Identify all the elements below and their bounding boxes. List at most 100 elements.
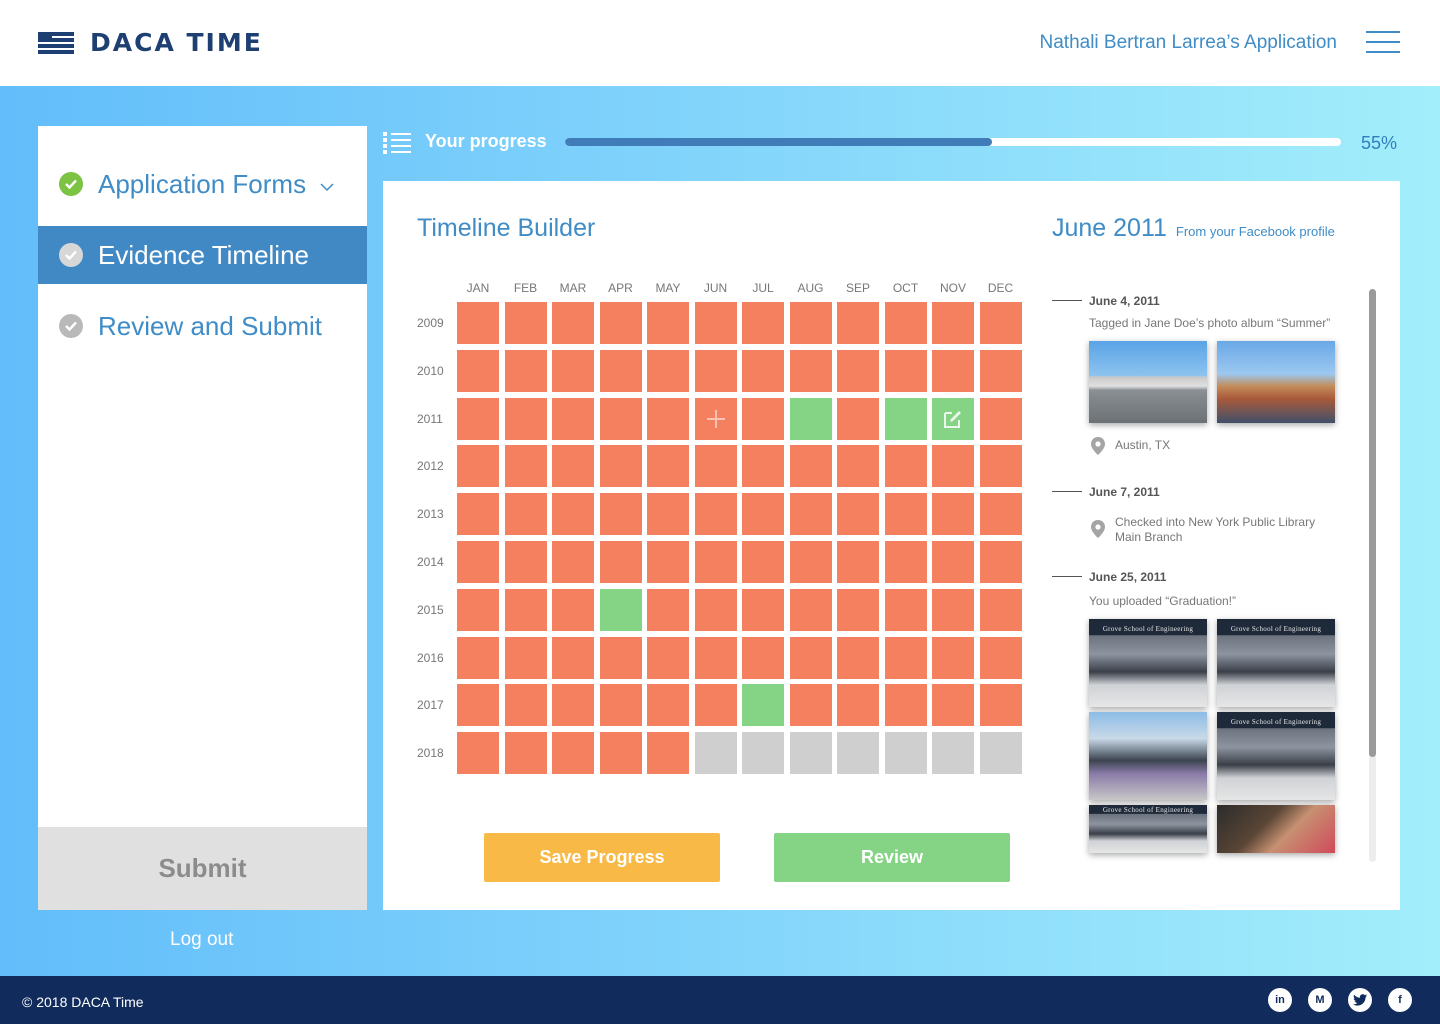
timeline-cell-2014-sep[interactable]: [837, 541, 879, 583]
timeline-cell-2013-feb[interactable]: [504, 493, 547, 536]
timeline-cell-2016-oct[interactable]: [884, 636, 927, 679]
timeline-cell-2011-apr[interactable]: [599, 397, 642, 440]
twitter-icon[interactable]: [1348, 988, 1372, 1012]
timeline-cell-2014-oct[interactable]: [884, 541, 927, 583]
timeline-cell-2018-feb[interactable]: [504, 732, 547, 775]
timeline-cell-2015-jul[interactable]: [742, 588, 784, 631]
timeline-cell-2011-feb[interactable]: [504, 397, 547, 440]
timeline-cell-2011-mar[interactable]: [552, 397, 594, 440]
timeline-cell-2016-jan[interactable]: [457, 636, 499, 679]
scrollbar-thumb[interactable]: [1369, 289, 1376, 757]
timeline-cell-2017-dec[interactable]: [979, 684, 1022, 727]
timeline-cell-2016-jul[interactable]: [742, 636, 784, 679]
timeline-cell-2012-apr[interactable]: [599, 445, 642, 488]
timeline-cell-2018-may[interactable]: [647, 732, 689, 775]
timeline-cell-2014-aug[interactable]: [789, 541, 832, 583]
timeline-cell-2014-nov[interactable]: [932, 541, 974, 583]
timeline-cell-2017-oct[interactable]: [884, 684, 927, 727]
timeline-cell-2014-jan[interactable]: [457, 541, 499, 583]
timeline-cell-2010-nov[interactable]: [932, 349, 974, 392]
timeline-cell-2017-jun[interactable]: [694, 684, 737, 727]
timeline-cell-2010-jan[interactable]: [457, 349, 499, 392]
timeline-cell-2012-oct[interactable]: [884, 445, 927, 488]
timeline-cell-2012-nov[interactable]: [932, 445, 974, 488]
logo[interactable]: DACA TIME: [38, 28, 263, 57]
timeline-cell-2014-mar[interactable]: [552, 541, 594, 583]
timeline-cell-2011-sep[interactable]: [837, 397, 879, 440]
timeline-cell-2010-dec[interactable]: [979, 349, 1022, 392]
event-photo[interactable]: [1089, 712, 1207, 800]
timeline-cell-2015-oct[interactable]: [884, 588, 927, 631]
event-photo[interactable]: Grove School of Engineering: [1217, 712, 1335, 800]
timeline-cell-2010-jul[interactable]: [742, 349, 784, 392]
timeline-cell-2013-nov[interactable]: [932, 493, 974, 536]
timeline-cell-2013-aug[interactable]: [789, 493, 832, 536]
timeline-cell-2012-aug[interactable]: [789, 445, 832, 488]
timeline-cell-2018-mar[interactable]: [552, 732, 594, 775]
timeline-cell-2012-feb[interactable]: [504, 445, 547, 488]
timeline-cell-2017-sep[interactable]: [837, 684, 879, 727]
timeline-cell-2018-jan[interactable]: [457, 732, 499, 775]
timeline-cell-2013-jun[interactable]: [694, 493, 737, 536]
timeline-cell-2012-mar[interactable]: [552, 445, 594, 488]
timeline-cell-2009-dec[interactable]: [979, 302, 1022, 344]
timeline-cell-2013-jul[interactable]: [742, 493, 784, 536]
timeline-cell-2018-apr[interactable]: [599, 732, 642, 775]
timeline-cell-2016-dec[interactable]: [979, 636, 1022, 679]
timeline-cell-2017-jan[interactable]: [457, 684, 499, 727]
timeline-cell-2015-mar[interactable]: [552, 588, 594, 631]
submit-button[interactable]: Submit: [38, 827, 367, 910]
timeline-cell-2009-sep[interactable]: [837, 302, 879, 344]
timeline-cell-2010-apr[interactable]: [599, 349, 642, 392]
timeline-cell-2009-jun[interactable]: [694, 302, 737, 344]
timeline-cell-2017-mar[interactable]: [552, 684, 594, 727]
timeline-cell-2016-mar[interactable]: [552, 636, 594, 679]
event-photo[interactable]: Grove School of Engineering: [1089, 619, 1207, 707]
timeline-cell-2016-aug[interactable]: [789, 636, 832, 679]
sidebar-item-evidence-timeline[interactable]: Evidence Timeline: [38, 226, 367, 284]
timeline-cell-2014-apr[interactable]: [599, 541, 642, 583]
sidebar-item-review-and-submit[interactable]: Review and Submit: [38, 297, 367, 355]
timeline-cell-2012-may[interactable]: [647, 445, 689, 488]
timeline-cell-2010-feb[interactable]: [504, 349, 547, 392]
timeline-cell-2009-oct[interactable]: [884, 302, 927, 344]
timeline-cell-2015-jan[interactable]: [457, 588, 499, 631]
hamburger-menu-icon[interactable]: [1366, 31, 1400, 53]
timeline-cell-2015-jun[interactable]: [694, 588, 737, 631]
timeline-cell-2017-feb[interactable]: [504, 684, 547, 727]
timeline-cell-2012-jun[interactable]: [694, 445, 737, 488]
timeline-cell-2010-aug[interactable]: [789, 349, 832, 392]
timeline-cell-2014-may[interactable]: [647, 541, 689, 583]
timeline-cell-2012-dec[interactable]: [979, 445, 1022, 488]
review-button[interactable]: Review: [774, 833, 1010, 882]
timeline-cell-2016-nov[interactable]: [932, 636, 974, 679]
timeline-cell-2012-sep[interactable]: [837, 445, 879, 488]
medium-icon[interactable]: M: [1308, 988, 1332, 1012]
event-photo[interactable]: [1217, 805, 1335, 853]
timeline-cell-2012-jan[interactable]: [457, 445, 499, 488]
timeline-cell-2014-jun[interactable]: [694, 541, 737, 583]
timeline-cell-2011-jun[interactable]: [694, 397, 737, 440]
timeline-cell-2017-nov[interactable]: [932, 684, 974, 727]
timeline-cell-2013-oct[interactable]: [884, 493, 927, 536]
timeline-cell-2011-jan[interactable]: [457, 397, 499, 440]
timeline-cell-2015-sep[interactable]: [837, 588, 879, 631]
timeline-cell-2014-feb[interactable]: [504, 541, 547, 583]
event-photo[interactable]: [1089, 341, 1207, 423]
timeline-cell-2015-may[interactable]: [647, 588, 689, 631]
timeline-cell-2016-apr[interactable]: [599, 636, 642, 679]
timeline-cell-2013-may[interactable]: [647, 493, 689, 536]
timeline-cell-2010-may[interactable]: [647, 349, 689, 392]
logout-link[interactable]: Log out: [170, 929, 233, 951]
timeline-cell-2013-jan[interactable]: [457, 493, 499, 536]
timeline-cell-2017-apr[interactable]: [599, 684, 642, 727]
timeline-cell-2009-jan[interactable]: [457, 302, 499, 344]
timeline-cell-2010-jun[interactable]: [694, 349, 737, 392]
timeline-cell-2009-apr[interactable]: [599, 302, 642, 344]
timeline-cell-2012-jul[interactable]: [742, 445, 784, 488]
timeline-cell-2009-feb[interactable]: [504, 302, 547, 344]
timeline-cell-2015-nov[interactable]: [932, 588, 974, 631]
timeline-cell-2017-may[interactable]: [647, 684, 689, 727]
timeline-cell-2009-aug[interactable]: [789, 302, 832, 344]
timeline-cell-2011-aug[interactable]: [789, 397, 832, 440]
